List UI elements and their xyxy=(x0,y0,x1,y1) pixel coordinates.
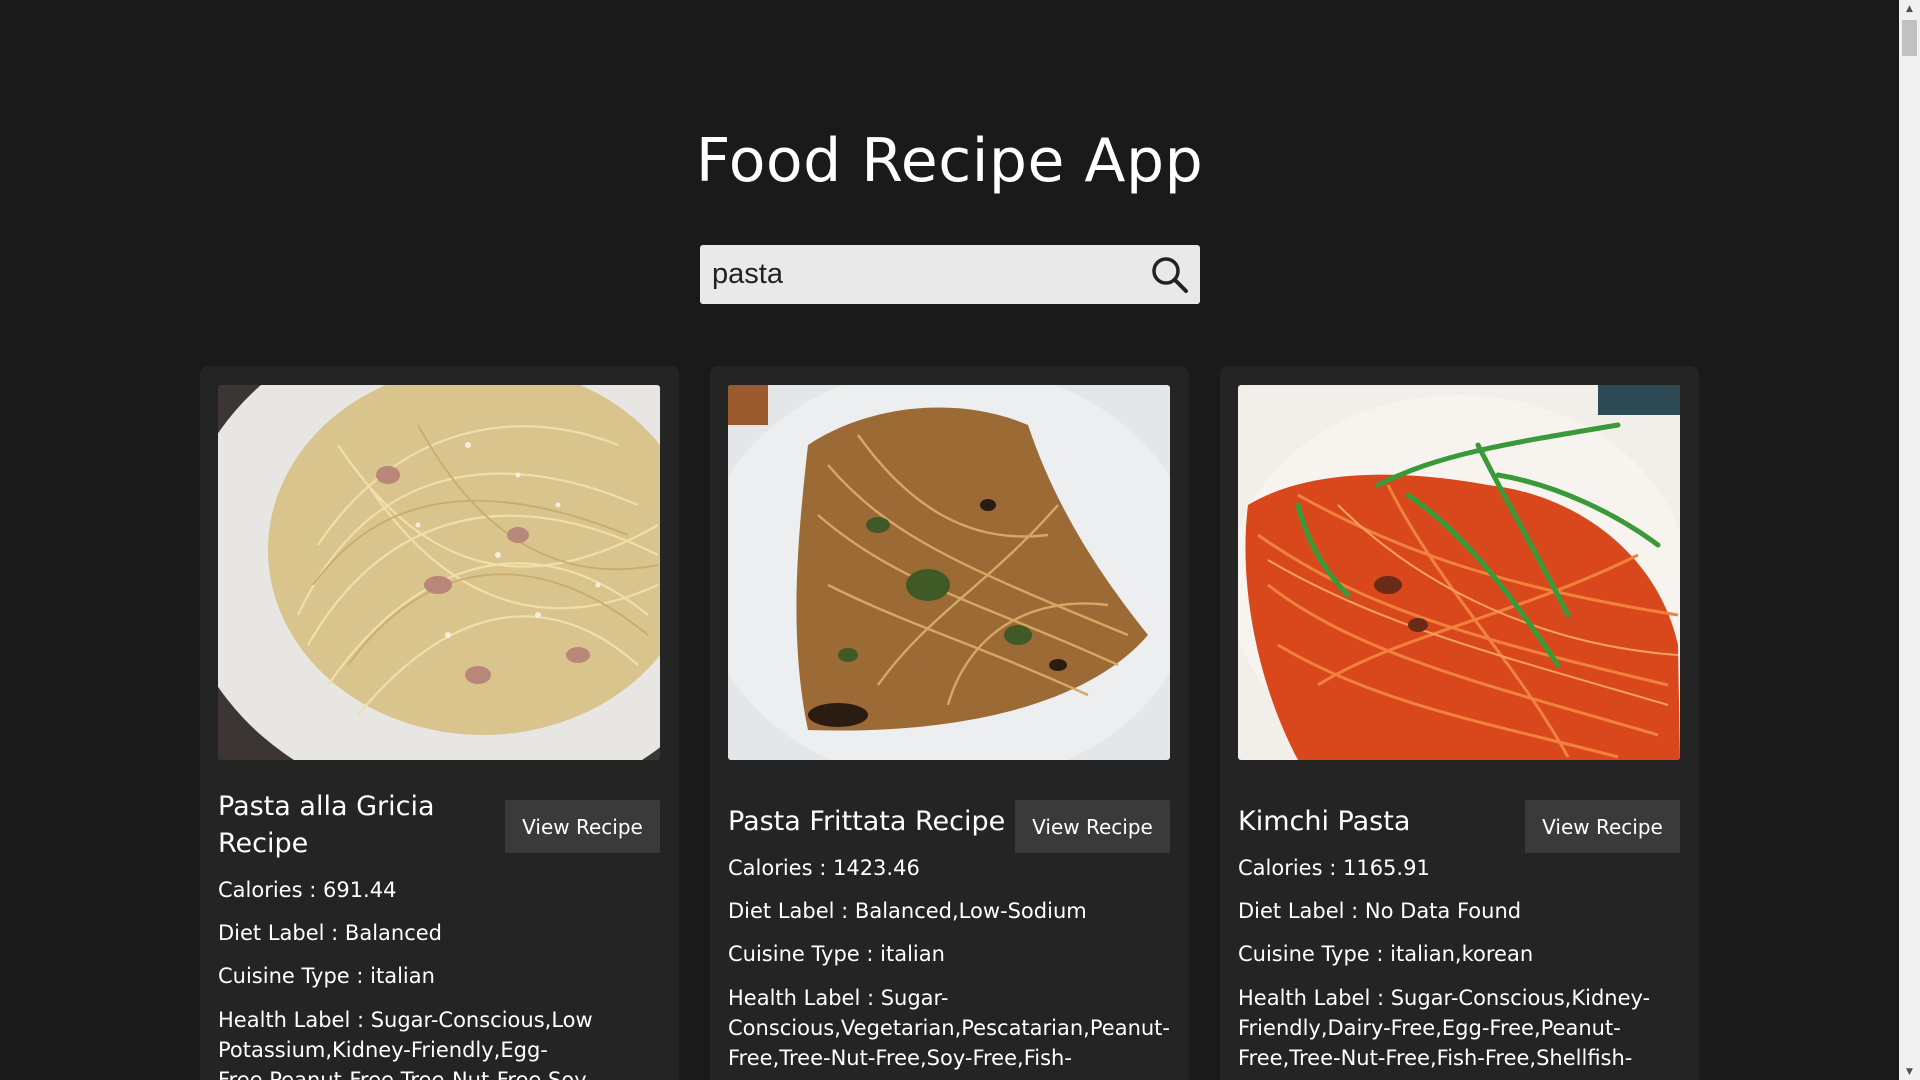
recipe-card: Kimchi Pasta View Recipe Calories : 1165… xyxy=(1220,366,1699,1080)
search-input[interactable] xyxy=(700,245,1140,304)
page-scrollbar[interactable]: ▲ ▼ xyxy=(1899,0,1920,1080)
recipe-health-label: Health Label : Sugar-Conscious,Low Potas… xyxy=(218,1008,594,1080)
view-recipe-button[interactable]: View Recipe xyxy=(505,800,660,853)
recipe-image xyxy=(218,385,660,760)
recipe-calories: Calories : 1165.91 xyxy=(1238,856,1430,880)
recipe-health-label: Health Label : Sugar-Conscious,Vegetaria… xyxy=(728,986,1170,1070)
recipe-card-header: Pasta alla Gricia Recipe View Recipe xyxy=(218,788,660,862)
scroll-up-arrow-icon[interactable]: ▲ xyxy=(1899,0,1920,17)
recipe-details: Calories : 1423.46 Diet Label : Balanced… xyxy=(728,854,1170,1080)
recipe-diet-label: Diet Label : Balanced,Low-Sodium xyxy=(728,899,1087,923)
search-bar xyxy=(700,245,1200,304)
recipe-title: Kimchi Pasta xyxy=(1238,806,1411,837)
recipe-details: Calories : 1165.91 Diet Label : No Data … xyxy=(1238,854,1680,1080)
recipe-calories: Calories : 1423.46 xyxy=(728,856,920,880)
recipe-image xyxy=(728,385,1170,760)
app-title: Food Recipe App xyxy=(695,126,1204,196)
recipe-card-header: Pasta Frittata Recipe View Recipe xyxy=(728,788,1170,853)
recipe-card: Pasta Frittata Recipe View Recipe Calori… xyxy=(710,366,1189,1080)
recipe-card: Pasta alla Gricia Recipe View Recipe Cal… xyxy=(200,366,679,1080)
recipe-diet-label: Diet Label : Balanced xyxy=(218,921,442,945)
recipe-card-header: Kimchi Pasta View Recipe xyxy=(1238,788,1680,853)
recipe-health-label: Health Label : Sugar-Conscious,Kidney-Fr… xyxy=(1238,986,1651,1070)
page: Food Recipe App pasta Pasta alla Gricia … xyxy=(0,0,1899,1080)
recipe-diet-label: Diet Label : No Data Found xyxy=(1238,899,1522,923)
scrollbar-thumb[interactable] xyxy=(1902,20,1917,56)
recipe-title: Pasta alla Gricia Recipe xyxy=(218,791,435,859)
recipe-cuisine-type: Cuisine Type : italian xyxy=(218,964,435,988)
search-icon[interactable] xyxy=(1140,245,1200,304)
recipe-cuisine-type: Cuisine Type : italian xyxy=(728,942,945,966)
recipe-cuisine-type: Cuisine Type : italian,korean xyxy=(1238,942,1534,966)
scroll-down-arrow-icon[interactable]: ▼ xyxy=(1899,1063,1920,1080)
recipe-image xyxy=(1238,385,1680,760)
recipe-details: Calories : 691.44 Diet Label : Balanced … xyxy=(218,876,660,1080)
recipe-calories: Calories : 691.44 xyxy=(218,878,397,902)
recipe-title: Pasta Frittata Recipe xyxy=(728,806,1006,837)
view-recipe-button[interactable]: View Recipe xyxy=(1015,800,1170,853)
view-recipe-button[interactable]: View Recipe xyxy=(1525,800,1680,853)
